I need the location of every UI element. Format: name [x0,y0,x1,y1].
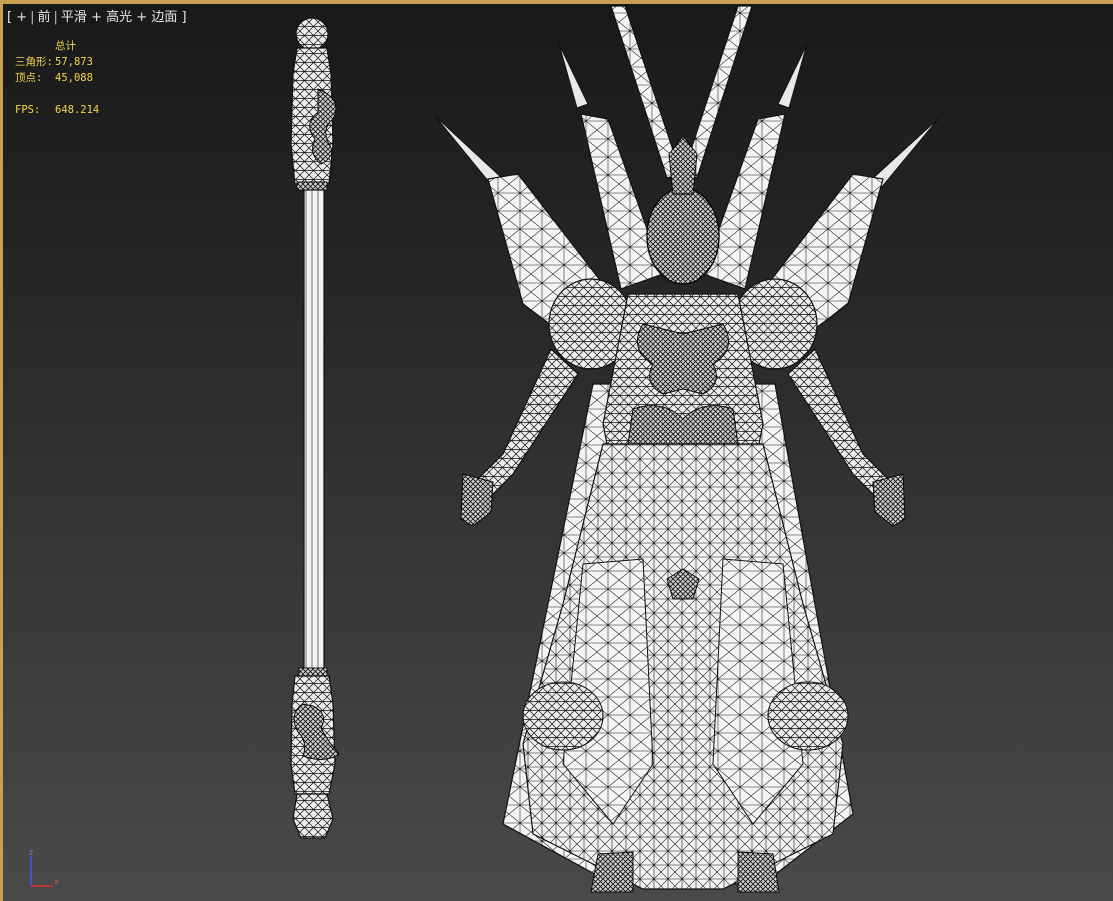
staff-model[interactable] [290,17,340,839]
axis-x-label: x [54,877,59,886]
scene-render[interactable] [3,4,1113,901]
axis-z-label: z [29,848,33,857]
armored-figure-model[interactable] [434,5,940,893]
viewport-front[interactable]: [ + | 前 | 平滑 + 高光 + 边面 ] 总计 三角形: 57,873 顶点: 45… [0,0,1113,901]
view-axis-gizmo: z x [29,848,59,887]
